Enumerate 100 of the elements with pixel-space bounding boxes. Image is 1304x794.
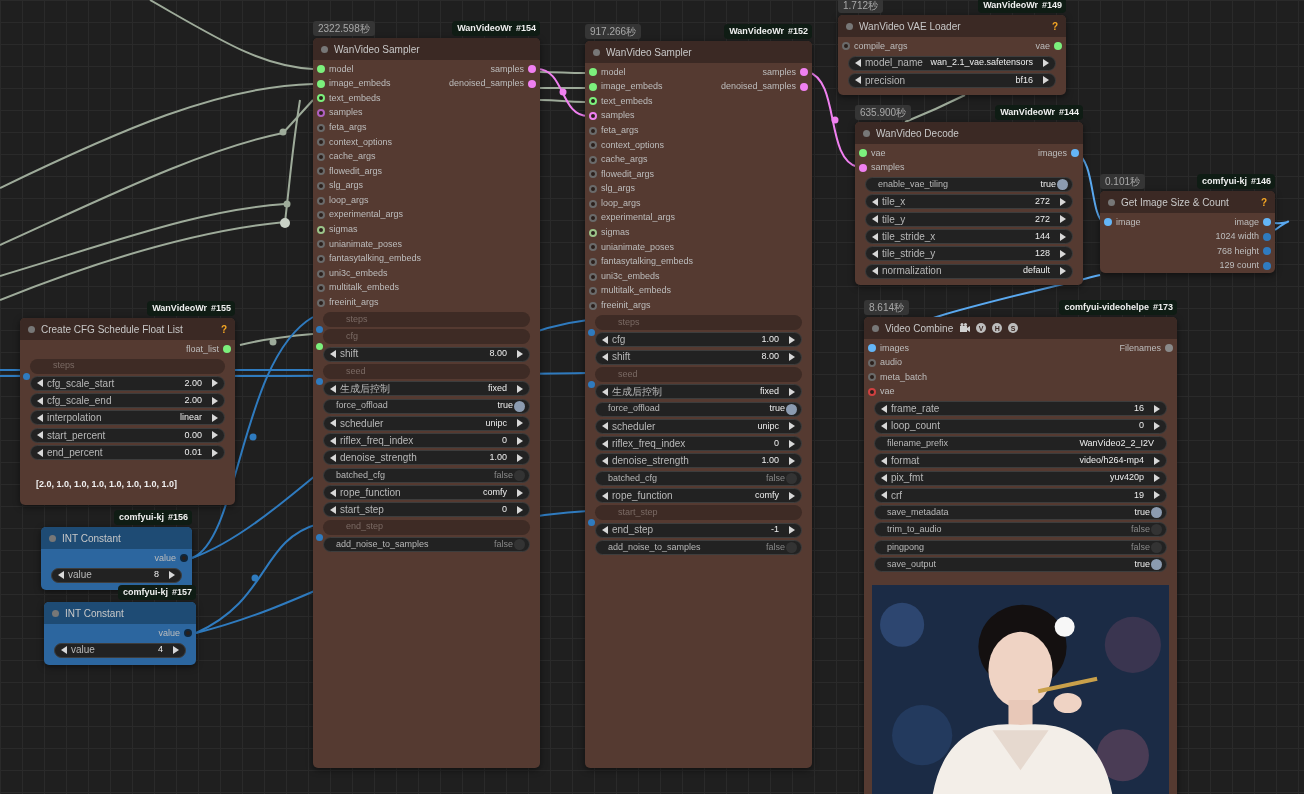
toggle-widget[interactable]: enable_vae_tiling true [865, 177, 1073, 193]
node-title-bar[interactable]: WanVideo VAE Loader ? [838, 15, 1066, 37]
number-widget[interactable]: 生成后控制 fixed [595, 384, 802, 400]
number-widget[interactable]: end_percent 0.01 [30, 445, 225, 461]
number-widget[interactable]: rope_function comfy [323, 485, 530, 501]
widget-label: batched_cfg [607, 471, 658, 485]
toggle-widget[interactable]: batched_cfg false [323, 467, 530, 483]
right-triangle-icon[interactable] [168, 571, 175, 580]
toggle-widget[interactable]: save_metadata true [874, 505, 1167, 521]
toggle-widget[interactable]: force_offload true [323, 398, 530, 414]
node-title-bar[interactable]: INT Constant [41, 527, 192, 549]
number-widget[interactable]: end_step -1 [595, 522, 802, 538]
node-title-bar[interactable]: Get Image Size & Count ? [1100, 191, 1275, 213]
input-slot-label: image_embeds [601, 80, 663, 94]
help-icon[interactable]: ? [1260, 194, 1267, 210]
node-title-bar[interactable]: INT Constant [44, 602, 196, 624]
number-widget[interactable]: interpolation linear [30, 410, 225, 426]
number-widget[interactable]: model_name wan_2.1_vae.safetensors [848, 55, 1056, 71]
number-widget[interactable]: frame_rate 16 [874, 401, 1167, 417]
right-triangle-icon[interactable] [788, 387, 795, 396]
number-widget[interactable]: value 8 [51, 567, 182, 583]
number-widget[interactable]: start_step 0 [323, 502, 530, 518]
toggle-knob[interactable] [514, 400, 525, 412]
toggle-knob[interactable] [1057, 179, 1068, 191]
reroute-dot[interactable] [249, 433, 257, 441]
right-triangle-icon[interactable] [172, 646, 179, 655]
right-triangle-icon[interactable] [516, 384, 523, 393]
reroute-dot[interactable] [280, 218, 290, 228]
number-widget[interactable]: tile_stride_y 128 [865, 246, 1073, 262]
help-icon[interactable]: ? [1051, 18, 1058, 34]
number-widget[interactable]: cfg 1.00 [595, 332, 802, 348]
toggle-knob[interactable] [1151, 524, 1162, 536]
number-widget[interactable]: tile_stride_x 144 [865, 229, 1073, 245]
number-widget[interactable]: pix_fmt yuv420p [874, 470, 1167, 486]
toggle-knob[interactable] [514, 538, 525, 550]
right-triangle-icon[interactable] [1059, 198, 1066, 206]
number-widget[interactable]: riflex_freq_index 0 [323, 433, 530, 449]
number-widget[interactable]: cfg_scale_end 2.00 [30, 393, 225, 409]
reroute-dot[interactable] [269, 338, 277, 346]
number-widget[interactable]: normalization default [865, 263, 1073, 279]
number-widget[interactable]: cfg_scale_start 2.00 [30, 375, 225, 391]
left-triangle-icon[interactable] [58, 571, 65, 580]
help-icon[interactable]: ? [220, 321, 227, 337]
toggle-widget[interactable]: save_output true [874, 557, 1167, 573]
toggle-knob[interactable] [1151, 541, 1162, 553]
toggle-knob[interactable] [1151, 507, 1162, 519]
number-widget[interactable]: value 4 [54, 642, 186, 658]
toggle-widget[interactable]: trim_to_audio false [874, 522, 1167, 538]
reroute-dot[interactable] [831, 116, 839, 124]
number-widget[interactable]: denoise_strength 1.00 [323, 450, 530, 466]
right-triangle-icon[interactable] [516, 350, 523, 359]
left-triangle-icon[interactable] [602, 491, 609, 500]
number-widget[interactable]: 生成后控制 fixed [323, 381, 530, 397]
left-triangle-icon[interactable] [872, 198, 879, 206]
number-widget[interactable]: loop_count 0 [874, 418, 1167, 434]
left-triangle-icon[interactable] [330, 350, 337, 359]
widget-label: steps [346, 312, 368, 326]
number-widget[interactable]: riflex_freq_index 0 [595, 436, 802, 452]
number-widget[interactable]: scheduler unipc [595, 418, 802, 434]
left-triangle-icon[interactable] [602, 526, 609, 535]
widget-label: tile_y [882, 212, 906, 227]
toggle-widget[interactable]: pingpong false [874, 539, 1167, 555]
node-title-bar[interactable]: WanVideo Decode [855, 122, 1083, 144]
widget-label: enable_vae_tiling [877, 177, 949, 191]
toggle-knob[interactable] [786, 403, 797, 415]
left-triangle-icon[interactable] [37, 414, 44, 422]
left-triangle-icon[interactable] [602, 387, 609, 396]
reroute-dot[interactable] [279, 128, 287, 136]
number-widget[interactable]: rope_function comfy [595, 488, 802, 504]
node-title-bar[interactable]: Create CFG Schedule Float List ? [20, 318, 235, 340]
widget-label: scheduler [612, 419, 656, 434]
left-triangle-icon[interactable] [330, 384, 337, 393]
toggle-knob[interactable] [786, 541, 797, 553]
number-widget[interactable]: tile_x 272 [865, 194, 1073, 210]
node-title-bar[interactable]: WanVideo Sampler [585, 41, 812, 63]
reroute-dot[interactable] [283, 200, 291, 208]
reroute-dot[interactable] [559, 88, 567, 96]
toggle-widget[interactable]: batched_cfg false [595, 470, 802, 486]
text-widget[interactable]: filename_prefix WanVideo2_2_I2V [874, 435, 1167, 451]
number-widget[interactable]: scheduler unipc [323, 415, 530, 431]
toggle-knob[interactable] [1151, 559, 1162, 571]
right-triangle-icon[interactable] [211, 414, 218, 422]
number-widget[interactable]: tile_y 272 [865, 211, 1073, 227]
left-triangle-icon[interactable] [61, 646, 68, 655]
number-widget[interactable]: start_percent 0.00 [30, 427, 225, 443]
number-widget[interactable]: shift 8.00 [595, 349, 802, 365]
right-triangle-icon[interactable] [788, 526, 795, 535]
toggle-knob[interactable] [514, 469, 525, 481]
toggle-knob[interactable] [786, 472, 797, 484]
toggle-widget[interactable]: add_noise_to_samples false [595, 539, 802, 555]
node-title-bar[interactable]: WanVideo Sampler [313, 38, 540, 60]
number-widget[interactable]: shift 8.00 [323, 346, 530, 362]
reroute-dot[interactable] [251, 574, 259, 582]
number-widget[interactable]: denoise_strength 1.00 [595, 453, 802, 469]
toggle-widget[interactable]: add_noise_to_samples false [323, 536, 530, 552]
number-widget[interactable]: precision bf16 [848, 72, 1056, 88]
number-widget[interactable]: format video/h264-mp4 [874, 453, 1167, 469]
number-widget[interactable]: crf 19 [874, 487, 1167, 503]
toggle-widget[interactable]: force_offload true [595, 401, 802, 417]
right-triangle-icon[interactable] [788, 491, 795, 500]
